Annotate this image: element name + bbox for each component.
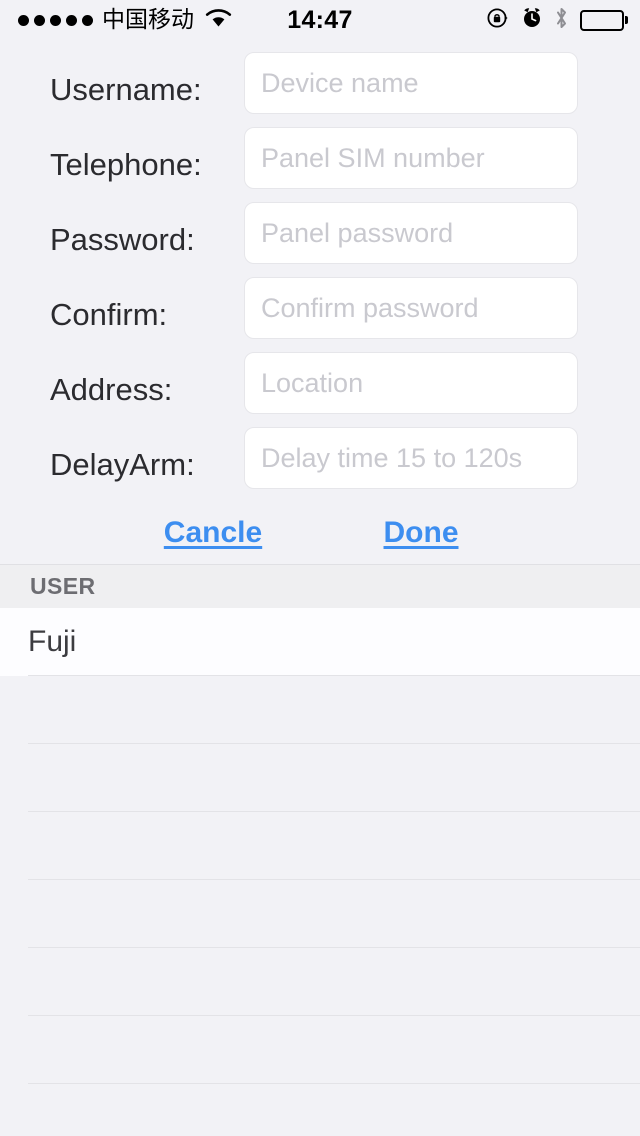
user-section-header-label: USER <box>30 573 96 599</box>
telephone-label: Telephone: <box>50 147 202 182</box>
form-actions: Cancle Done <box>0 502 640 564</box>
form-row-password: Password: Panel password <box>0 202 640 277</box>
password-input[interactable]: Panel password <box>244 202 578 264</box>
confirm-label: Confirm: <box>50 297 168 332</box>
list-item[interactable] <box>0 948 640 1016</box>
confirm-password-input[interactable]: Confirm password <box>244 277 578 339</box>
user-section-header: USER <box>0 564 640 608</box>
list-item[interactable] <box>0 880 640 948</box>
username-label: Username: <box>50 72 202 107</box>
list-item[interactable] <box>0 744 640 812</box>
battery-icon <box>580 9 628 31</box>
list-item[interactable] <box>0 812 640 880</box>
telephone-input[interactable]: Panel SIM number <box>244 127 578 189</box>
delayarm-label: DelayArm: <box>50 447 195 482</box>
list-item[interactable] <box>0 1016 640 1084</box>
bluetooth-icon <box>554 6 569 35</box>
status-bar-right <box>486 6 628 35</box>
list-item-label: Fuji <box>28 625 77 658</box>
password-label: Password: <box>50 222 195 257</box>
username-input[interactable]: Device name <box>244 52 578 114</box>
cancel-button[interactable]: Cancle <box>164 516 262 550</box>
form-row-telephone: Telephone: Panel SIM number <box>0 127 640 202</box>
carrier-label: 中国移动 <box>102 6 194 33</box>
user-list: Fuji <box>0 608 640 1084</box>
device-settings-form: Username: Device name Telephone: Panel S… <box>0 40 640 502</box>
rotation-lock-icon <box>486 6 510 35</box>
alarm-clock-icon <box>521 6 543 34</box>
list-item[interactable] <box>0 676 640 744</box>
form-row-address: Address: Location <box>0 352 640 427</box>
wifi-icon <box>205 8 232 33</box>
signal-strength-dots <box>18 14 93 26</box>
status-bar-left: 中国移动 <box>18 8 232 33</box>
address-label: Address: <box>50 372 173 407</box>
form-row-confirm: Confirm: Confirm password <box>0 277 640 352</box>
status-bar: 中国移动 14:47 <box>0 0 640 40</box>
delay-arm-input[interactable]: Delay time 15 to 120s <box>244 427 578 489</box>
form-row-delayarm: DelayArm: Delay time 15 to 120s <box>0 427 640 502</box>
address-input[interactable]: Location <box>244 352 578 414</box>
done-button[interactable]: Done <box>384 516 459 550</box>
form-row-username: Username: Device name <box>0 52 640 127</box>
list-item[interactable]: Fuji <box>0 608 640 676</box>
